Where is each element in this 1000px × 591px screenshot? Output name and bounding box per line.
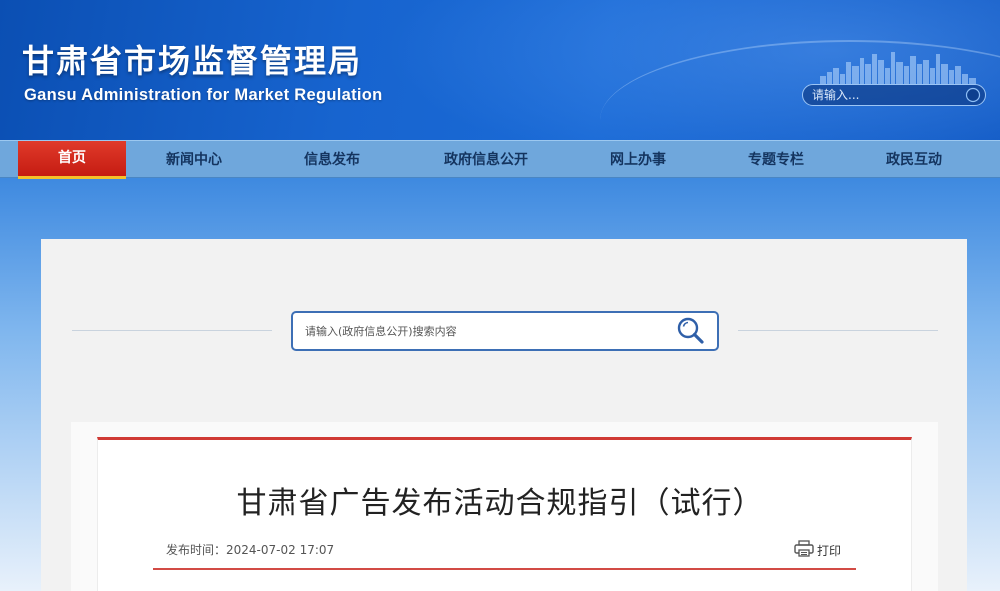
nav-item-gov-info-public[interactable]: 政府信息公开 <box>416 141 556 179</box>
search-icon[interactable] <box>964 86 982 104</box>
header-search-box <box>802 84 986 106</box>
nav-item-news[interactable]: 新闻中心 <box>140 141 248 179</box>
nav-item-home[interactable]: 首页 <box>18 141 126 179</box>
nav-item-interaction[interactable]: 政民互动 <box>860 141 968 179</box>
print-button[interactable]: 打印 <box>794 539 842 561</box>
main-nav: 首页 新闻中心 信息发布 政府信息公开 网上办事 专题专栏 政民互动 <box>0 140 1000 179</box>
publish-info: 发布时间：2024-07-02 17:07 <box>166 541 334 558</box>
print-label: 打印 <box>817 543 842 558</box>
city-skyline-icon <box>820 52 976 84</box>
header-search-input[interactable] <box>803 85 964 105</box>
site-title-english: Gansu Administration for Market Regulati… <box>24 86 383 104</box>
gov-info-search-box <box>291 311 719 351</box>
search-divider-left <box>72 330 272 331</box>
magnifier-icon[interactable] <box>673 313 709 349</box>
nav-item-special-topics[interactable]: 专题专栏 <box>722 141 830 179</box>
search-divider-right <box>738 330 938 331</box>
nav-item-info-release[interactable]: 信息发布 <box>278 141 386 179</box>
site-title[interactable]: 甘肃省市场监督管理局 <box>22 36 362 82</box>
printer-icon <box>794 539 814 561</box>
article-title: 甘肃省广告发布活动合规指引（试行） <box>236 486 764 521</box>
nav-item-online-service[interactable]: 网上办事 <box>584 141 692 179</box>
gov-info-search-input[interactable] <box>293 316 673 346</box>
publish-label: 发布时间： <box>166 543 227 557</box>
site-header: 甘肃省市场监督管理局 Gansu Administration for Mark… <box>0 0 1000 140</box>
publish-time: 2024-07-02 17:07 <box>226 543 335 557</box>
article-header-divider <box>153 568 856 570</box>
